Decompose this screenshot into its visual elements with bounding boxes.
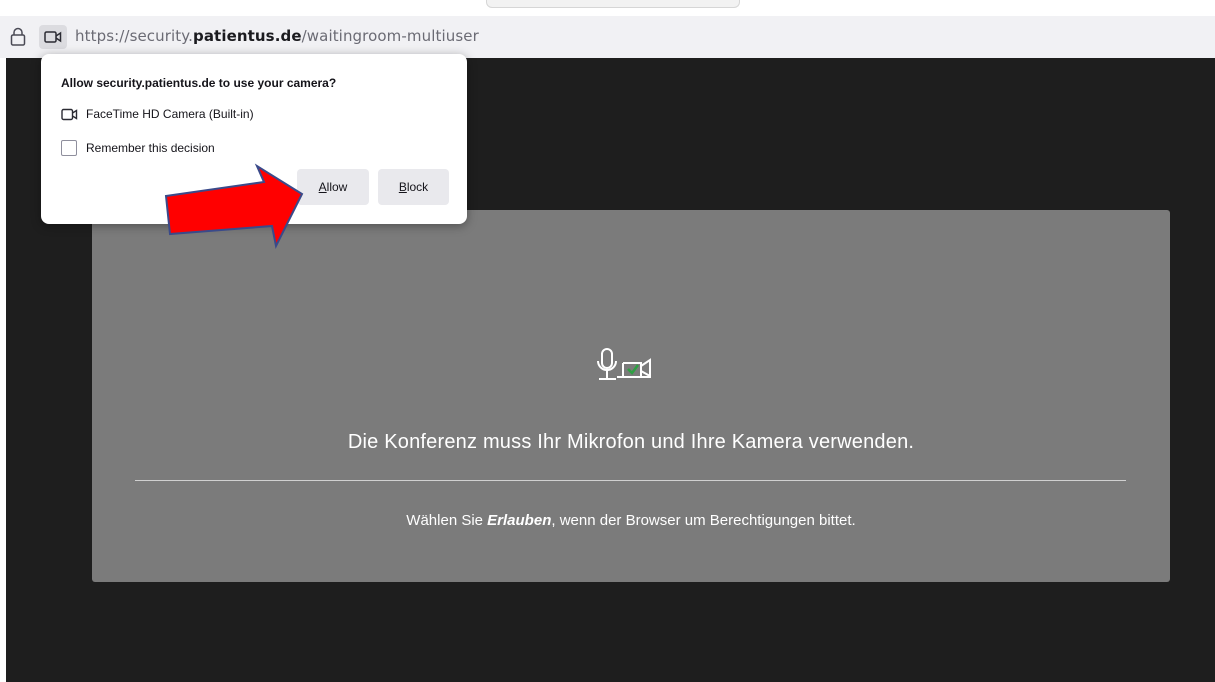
camera-device-label: FaceTime HD Camera (Built-in) [86, 107, 254, 121]
remember-decision[interactable]: Remember this decision [61, 140, 215, 156]
allow-label: llow [326, 180, 348, 194]
hint-prefix: Wählen Sie [406, 512, 488, 529]
address-bar[interactable]: https://security.patientus.de/waitingroo… [0, 16, 1215, 58]
lock-icon[interactable] [10, 27, 26, 47]
camera-icon [44, 31, 62, 43]
camera-icon [61, 108, 78, 120]
window-top-strip [0, 0, 1215, 16]
block-access-key: B [398, 180, 407, 194]
url-prefix: https://security. [75, 27, 193, 45]
panel-divider [135, 480, 1126, 481]
microphone-camera-icon [597, 348, 651, 380]
popup-title: Allow security.patientus.de to use your … [61, 76, 337, 90]
block-label: lock [406, 180, 429, 194]
block-button[interactable]: Block [378, 169, 449, 205]
panel-hint: Wählen Sie Erlauben, wenn der Browser um… [92, 512, 1170, 529]
camera-permission-button[interactable] [39, 25, 67, 49]
red-arrow [164, 163, 304, 250]
url-path: /waitingroom-multiuser [301, 27, 479, 45]
remember-label: Remember this decision [86, 141, 215, 155]
camera-device: FaceTime HD Camera (Built-in) [61, 107, 254, 121]
remember-checkbox[interactable] [61, 140, 77, 156]
allow-access-key: A [318, 180, 327, 194]
permission-info-panel: Die Konferenz muss Ihr Mikrofon und Ihre… [92, 210, 1170, 582]
url-domain: patientus.de [193, 27, 302, 45]
panel-heading: Die Konferenz muss Ihr Mikrofon und Ihre… [347, 431, 915, 453]
hint-emphasis: Erlauben [487, 512, 552, 529]
url-text[interactable]: https://security.patientus.de/waitingroo… [75, 27, 479, 45]
tab-stub[interactable] [486, 0, 740, 8]
hint-suffix: , wenn der Browser um Berechtigungen bit… [551, 512, 856, 529]
